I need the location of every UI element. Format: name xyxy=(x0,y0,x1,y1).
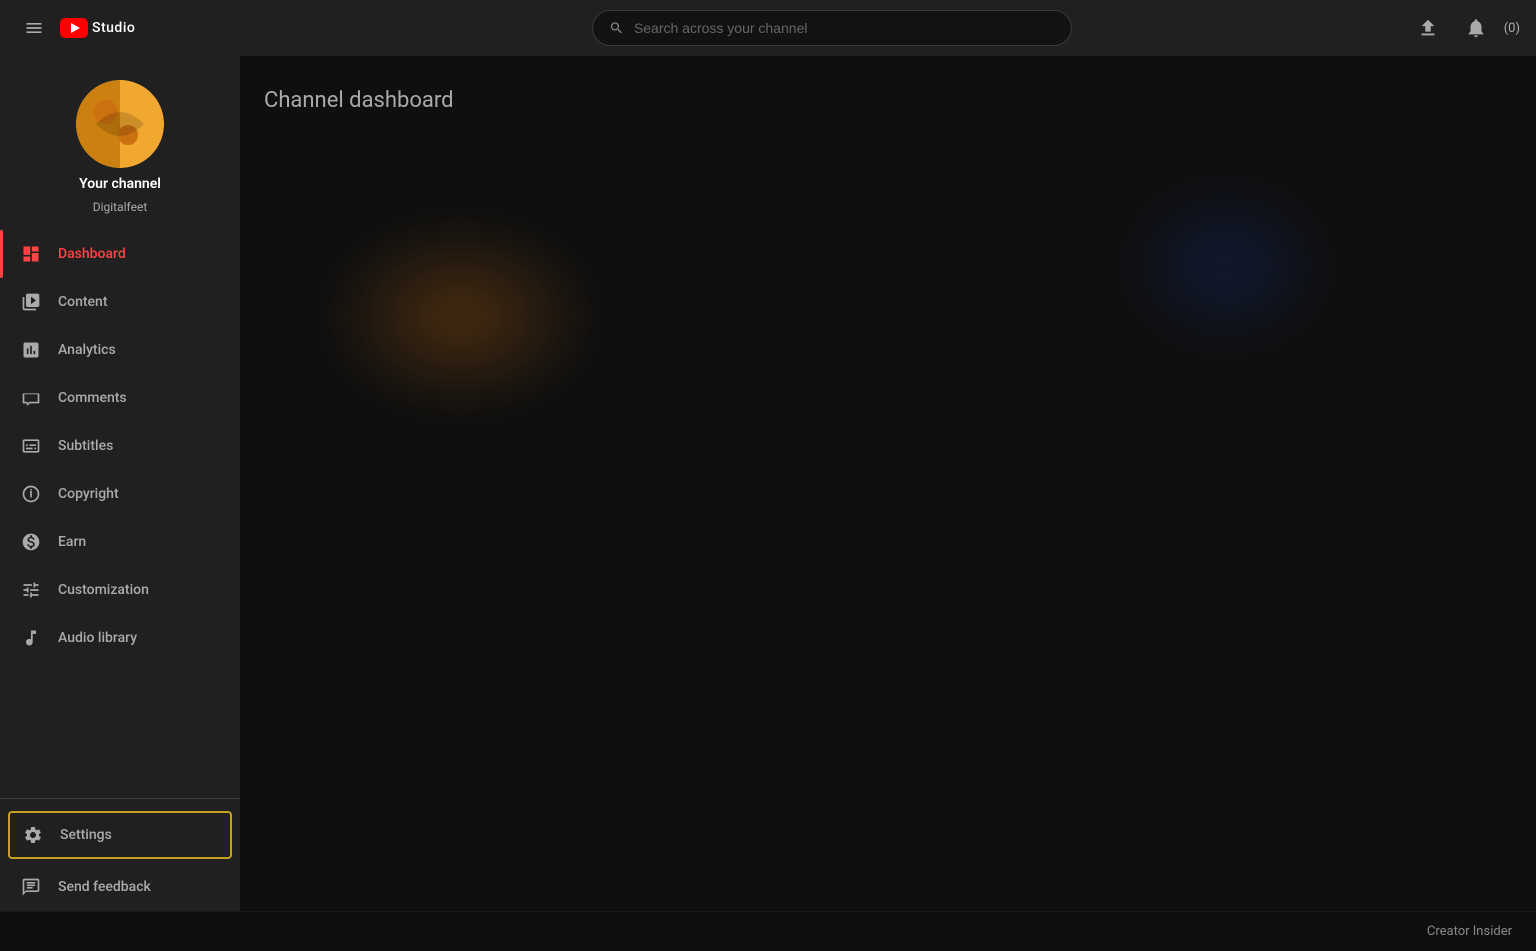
sidebar-nav: Dashboard Content Analytics xyxy=(0,230,240,662)
sidebar-item-settings[interactable]: Settings xyxy=(8,811,232,859)
earn-icon xyxy=(20,531,42,553)
channel-name: Your channel xyxy=(79,176,161,192)
avatar-image xyxy=(76,80,164,168)
analytics-icon xyxy=(20,339,42,361)
comments-label: Comments xyxy=(58,390,127,406)
settings-label: Settings xyxy=(60,827,112,843)
channel-handle: Digitalfeet xyxy=(93,200,148,214)
creator-insider-link[interactable]: Creator Insider xyxy=(1427,924,1512,939)
menu-button[interactable] xyxy=(16,10,52,46)
bell-icon xyxy=(1465,17,1487,39)
dashboard-label: Dashboard xyxy=(58,246,126,262)
sidebar: Your channel Digitalfeet Dashboard xyxy=(0,56,240,911)
sidebar-item-earn[interactable]: Earn xyxy=(0,518,240,566)
customization-icon xyxy=(20,579,42,601)
youtube-icon xyxy=(60,18,88,38)
analytics-label: Analytics xyxy=(58,342,116,358)
settings-icon xyxy=(22,824,44,846)
subtitles-icon xyxy=(20,435,42,457)
hamburger-icon xyxy=(24,18,44,38)
send-feedback-icon xyxy=(20,876,42,898)
sidebar-item-dashboard[interactable]: Dashboard xyxy=(0,230,240,278)
subtitles-label: Subtitles xyxy=(58,438,113,454)
search-icon xyxy=(609,20,624,36)
blurred-decoration-1 xyxy=(320,216,600,416)
sidebar-item-comments[interactable]: Comments xyxy=(0,374,240,422)
header: Studio (0) xyxy=(0,0,1536,56)
dashboard-icon xyxy=(20,243,42,265)
upload-button[interactable] xyxy=(1408,8,1448,48)
sidebar-bottom: Settings Send feedback xyxy=(0,798,240,911)
sidebar-item-copyright[interactable]: Copyright xyxy=(0,470,240,518)
sidebar-item-send-feedback[interactable]: Send feedback xyxy=(0,863,240,911)
sidebar-item-audio-library[interactable]: Audio library xyxy=(0,614,240,662)
sidebar-item-subtitles[interactable]: Subtitles xyxy=(0,422,240,470)
copyright-icon xyxy=(20,483,42,505)
header-left: Studio xyxy=(16,10,256,46)
sidebar-item-content[interactable]: Content xyxy=(0,278,240,326)
sidebar-item-analytics[interactable]: Analytics xyxy=(0,326,240,374)
audio-library-label: Audio library xyxy=(58,630,137,646)
comments-icon xyxy=(20,387,42,409)
main-content: Channel dashboard xyxy=(240,56,1536,911)
audio-library-icon xyxy=(20,627,42,649)
upload-icon xyxy=(1417,17,1439,39)
footer-bar: Creator Insider xyxy=(0,911,1536,951)
earn-label: Earn xyxy=(58,534,86,550)
channel-info: Your channel Digitalfeet xyxy=(0,56,240,230)
copyright-label: Copyright xyxy=(58,486,119,502)
customization-label: Customization xyxy=(58,582,149,598)
content-label: Content xyxy=(58,294,108,310)
search-input[interactable] xyxy=(634,20,1055,36)
notification-count: (0) xyxy=(1504,21,1520,36)
channel-avatar[interactable] xyxy=(76,80,164,168)
content-icon xyxy=(20,291,42,313)
youtube-studio-logo[interactable]: Studio xyxy=(60,18,135,38)
header-search xyxy=(268,10,1396,46)
notifications-button[interactable] xyxy=(1456,8,1496,48)
sidebar-item-customization[interactable]: Customization xyxy=(0,566,240,614)
page-title: Channel dashboard xyxy=(264,88,1512,113)
header-right: (0) xyxy=(1408,8,1520,48)
search-bar-container[interactable] xyxy=(592,10,1072,46)
main-layout: Your channel Digitalfeet Dashboard xyxy=(0,56,1536,911)
studio-label: Studio xyxy=(92,20,135,36)
blurred-decoration-2 xyxy=(1116,176,1336,356)
send-feedback-label: Send feedback xyxy=(58,879,151,895)
